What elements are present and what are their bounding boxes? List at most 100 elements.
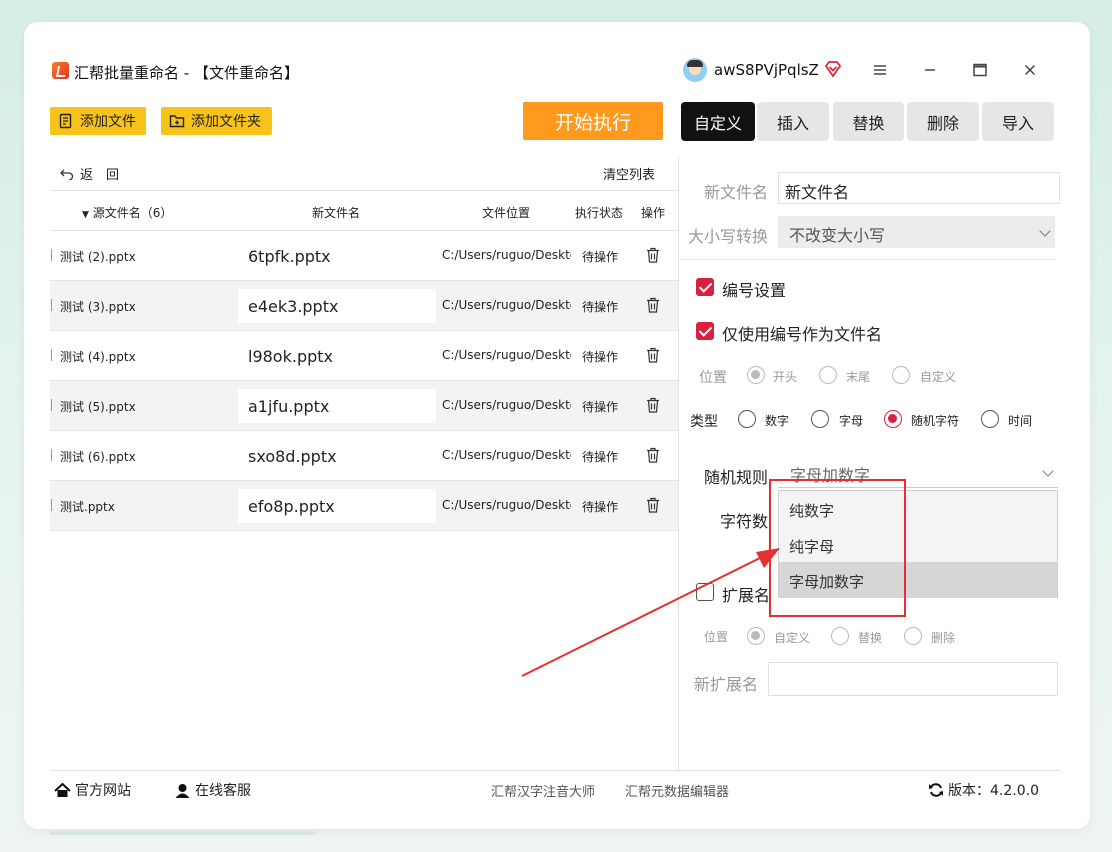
ext-delete-label: 删除 xyxy=(931,631,956,645)
trash-icon[interactable] xyxy=(646,347,660,363)
file-location: C:/Users/ruguo/Desktop xyxy=(442,248,571,262)
sort-down-icon: ▼ xyxy=(82,210,89,220)
footer-link-metadata[interactable]: 汇帮元数据编辑器 xyxy=(625,781,729,800)
file-location: C:/Users/ruguo/Desktop xyxy=(442,298,571,312)
status-text: 待操作 xyxy=(582,350,619,364)
numbering-checkbox[interactable] xyxy=(696,278,714,296)
clear-list-button[interactable]: 清空列表 xyxy=(603,164,655,183)
position-end-label: 末尾 xyxy=(846,370,871,384)
new-name-label: 新文件名 xyxy=(704,183,769,202)
table-row[interactable]: 测试 (3).pptx e4ek3.pptx C:/Users/ruguo/Desk… xyxy=(50,281,678,331)
annotation-arrow xyxy=(521,548,780,677)
position-custom-radio[interactable] xyxy=(892,366,910,384)
source-filename: 测试 (5).pptx xyxy=(50,398,136,415)
source-filename: 测试 (3).pptx xyxy=(50,298,136,315)
case-label: 大小写转换 xyxy=(688,227,769,246)
trash-icon[interactable] xyxy=(646,247,660,263)
online-support-label: 在线客服 xyxy=(195,783,251,799)
status-text: 待操作 xyxy=(582,500,619,514)
table-row[interactable]: 测试 (5).pptx a1jfu.pptx C:/Users/ruguo/Desk… xyxy=(50,381,678,431)
header-new-name: 新文件名 xyxy=(312,206,361,220)
version-info[interactable]: 版本：4.2.0.0 xyxy=(928,780,1039,800)
online-support-link[interactable]: 在线客服 xyxy=(174,780,251,800)
type-random-label: 随机字符 xyxy=(911,414,960,428)
new-filename-input[interactable]: efo8p.pptx xyxy=(238,489,436,523)
tab-delete[interactable]: 删除 xyxy=(907,102,979,141)
case-select[interactable]: 不改变大小写 xyxy=(778,216,1055,248)
type-time-label: 时间 xyxy=(1008,414,1033,428)
position-start-radio[interactable] xyxy=(747,366,765,384)
type-random-radio[interactable] xyxy=(884,410,902,428)
table-row[interactable]: 测试 (4).pptx l98ok.pptx C:/Users/ruguo/Desk… xyxy=(50,331,678,381)
new-filename-input[interactable]: sxo8d.pptx xyxy=(238,439,436,473)
tab-insert[interactable]: 插入 xyxy=(757,102,829,141)
version-label: 版本：4.2.0.0 xyxy=(948,783,1039,799)
table-row[interactable]: 测试 (2).pptx 6tpfk.pptx C:/Users/ruguo/Desk… xyxy=(50,231,678,281)
menu-icon[interactable] xyxy=(872,62,888,78)
header-source[interactable]: ▼ 源文件名（6） xyxy=(82,204,172,221)
new-filename-input[interactable]: l98ok.pptx xyxy=(238,339,436,373)
position-custom-label: 自定义 xyxy=(920,370,957,384)
add-file-icon xyxy=(59,113,72,129)
table-row[interactable]: 测试.pptx efo8p.pptx C:/Users/ruguo/Desktop 待… xyxy=(50,481,678,531)
back-label: 返 回 xyxy=(80,168,120,183)
support-icon xyxy=(175,783,190,798)
position-end-radio[interactable] xyxy=(819,366,837,384)
header-status: 执行状态 xyxy=(575,206,624,220)
official-website-label: 官方网站 xyxy=(75,783,131,799)
chevron-down-icon xyxy=(1039,225,1051,237)
app-logo-icon xyxy=(52,62,69,79)
only-number-label: 仅使用编号作为文件名 xyxy=(722,325,883,344)
tab-replace[interactable]: 替换 xyxy=(833,102,904,141)
trash-icon[interactable] xyxy=(646,447,660,463)
minimize-icon[interactable] xyxy=(922,62,938,78)
user-avatar[interactable] xyxy=(683,58,707,82)
horizontal-scrollbar[interactable] xyxy=(50,831,316,835)
refresh-icon xyxy=(929,783,943,797)
trash-icon[interactable] xyxy=(646,297,660,313)
vip-diamond-icon[interactable] xyxy=(824,60,842,78)
trash-icon[interactable] xyxy=(646,497,660,513)
char-count-label: 字符数 xyxy=(720,512,769,531)
numbering-label: 编号设置 xyxy=(722,281,787,300)
ext-replace-radio[interactable] xyxy=(831,627,849,645)
home-icon xyxy=(54,782,71,797)
trash-icon[interactable] xyxy=(646,397,660,413)
file-location: C:/Users/ruguo/Desktop xyxy=(442,448,571,462)
new-ext-input[interactable] xyxy=(768,662,1058,696)
back-arrow-icon xyxy=(60,169,74,180)
type-time-radio[interactable] xyxy=(981,410,999,428)
only-number-checkbox[interactable] xyxy=(696,322,714,340)
ext-delete-radio[interactable] xyxy=(904,627,922,645)
new-filename-input[interactable]: e4ek3.pptx xyxy=(238,289,436,323)
tab-custom[interactable]: 自定义 xyxy=(681,102,755,141)
status-text: 待操作 xyxy=(582,400,619,414)
username[interactable]: awS8PVjPqlsZ xyxy=(714,61,819,79)
new-filename-input[interactable]: a1jfu.pptx xyxy=(238,389,436,423)
new-filename-input[interactable]: 6tpfk.pptx xyxy=(238,239,436,273)
status-text: 待操作 xyxy=(582,250,619,264)
ext-replace-label: 替换 xyxy=(858,631,883,645)
position-label: 位置 xyxy=(699,370,727,386)
type-number-label: 数字 xyxy=(765,414,790,428)
type-number-radio[interactable] xyxy=(738,410,756,428)
table-row[interactable]: 测试 (6).pptx sxo8d.pptx C:/Users/ruguo/Desk… xyxy=(50,431,678,481)
footer-divider xyxy=(50,770,1060,771)
official-website-link[interactable]: 官方网站 xyxy=(54,780,131,800)
start-execute-button[interactable]: 开始执行 xyxy=(523,102,663,140)
tab-import[interactable]: 导入 xyxy=(982,102,1054,141)
new-name-input[interactable]: 新文件名 xyxy=(778,172,1060,204)
close-icon[interactable] xyxy=(1022,62,1038,78)
file-location: C:/Users/ruguo/Desktop xyxy=(442,498,571,512)
footer-link-pinyin[interactable]: 汇帮汉字注音大师 xyxy=(491,781,595,800)
type-letter-radio[interactable] xyxy=(811,410,829,428)
window-title: 汇帮批量重命名 - 【文件重命名】 xyxy=(74,64,299,82)
maximize-icon[interactable] xyxy=(972,62,988,78)
header-location: 文件位置 xyxy=(482,206,531,220)
add-folder-button[interactable]: 添加文件夹 xyxy=(161,107,272,135)
status-text: 待操作 xyxy=(582,450,619,464)
case-select-value: 不改变大小写 xyxy=(789,226,886,245)
add-folder-label: 添加文件夹 xyxy=(191,114,261,130)
add-file-button[interactable]: 添加文件 xyxy=(50,107,146,135)
back-button[interactable]: 返 回 xyxy=(60,164,119,183)
